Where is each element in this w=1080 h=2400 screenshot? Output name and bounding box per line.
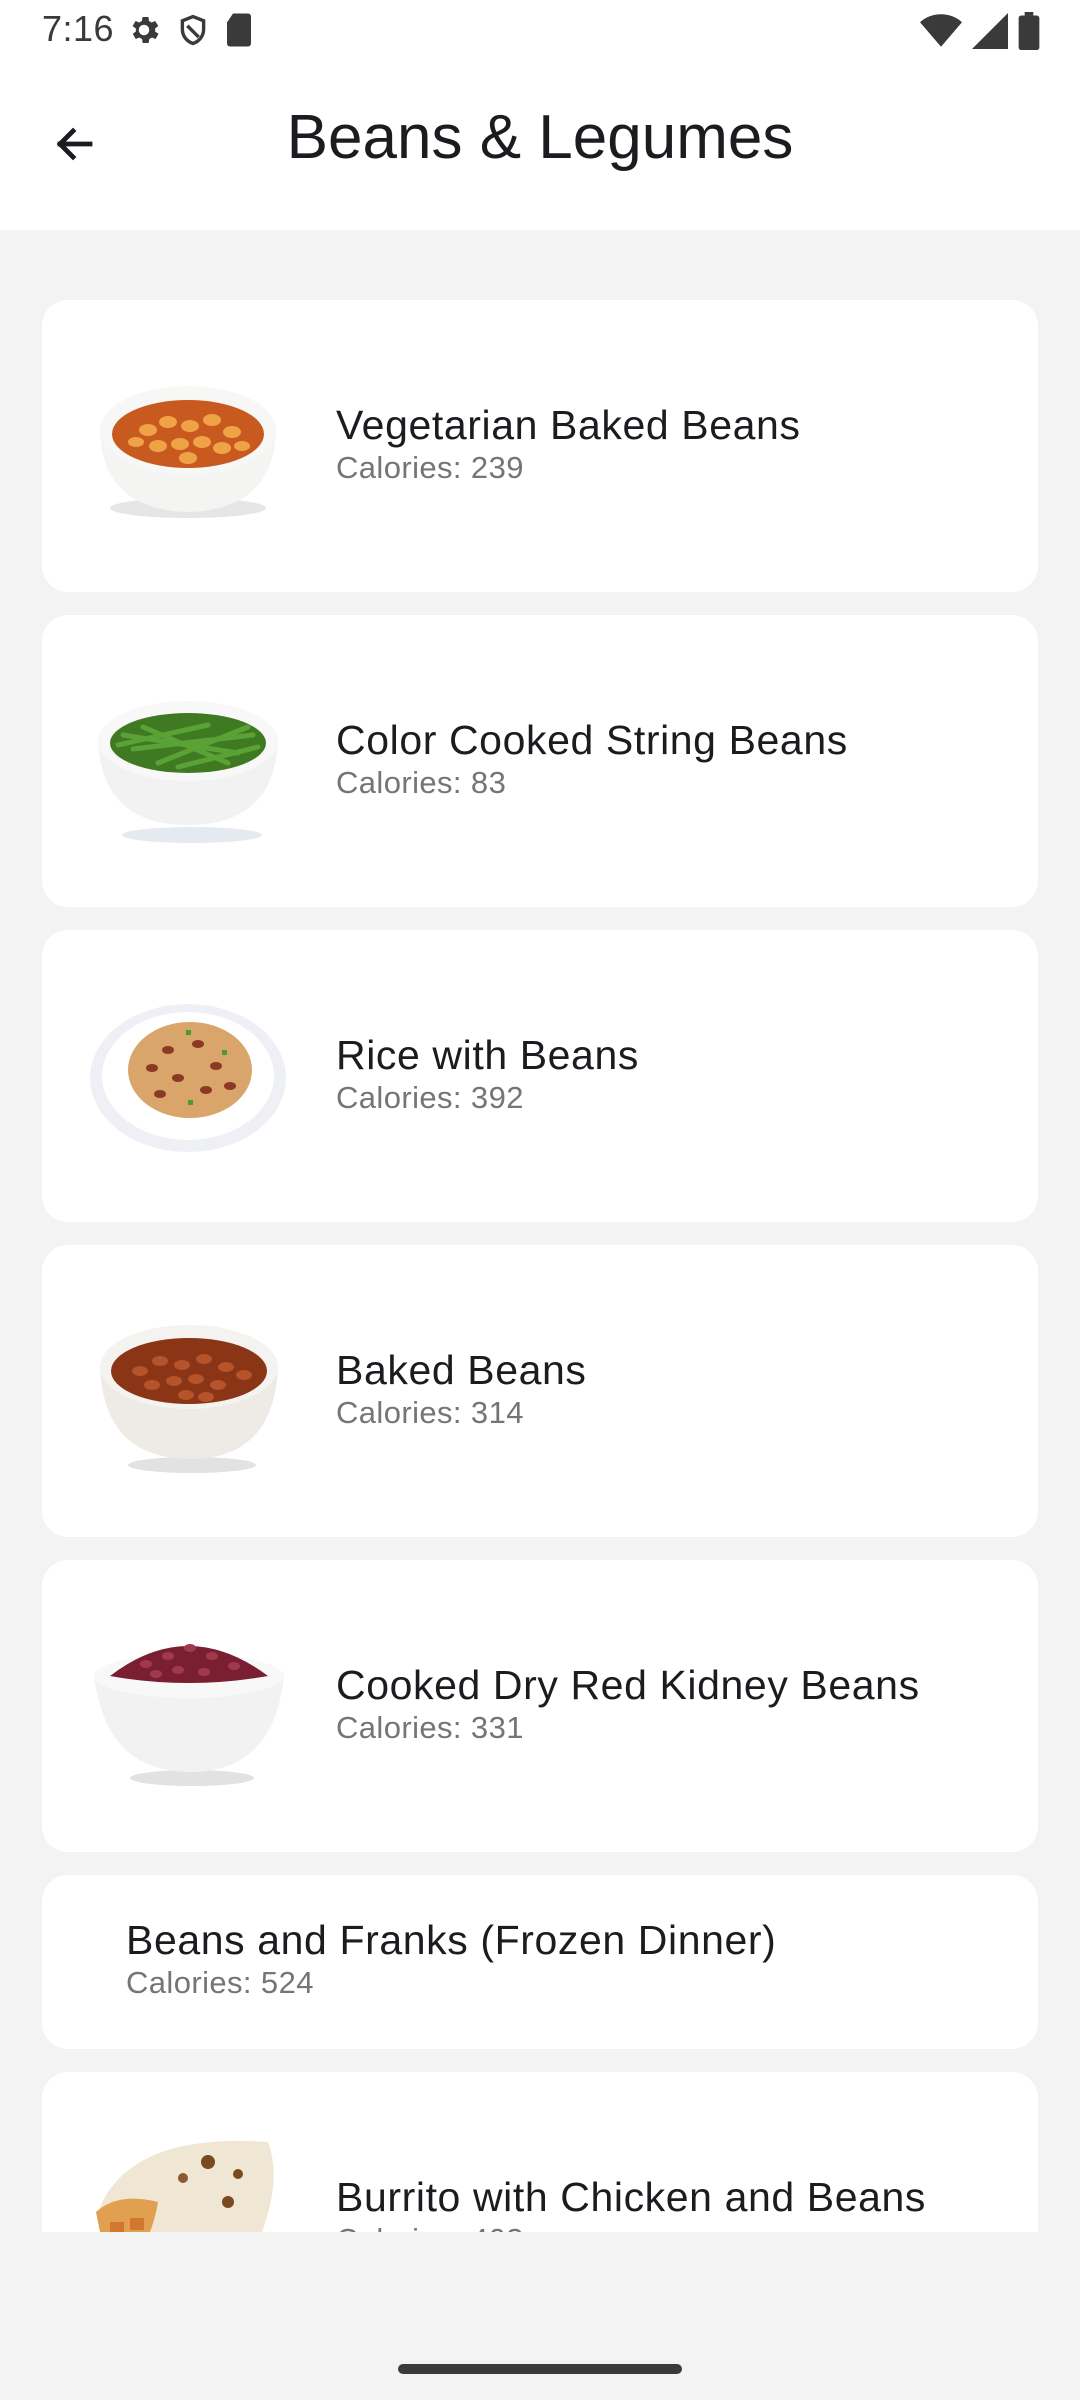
list-item-beans-and-franks[interactable]: Beans and Franks (Frozen Dinner) Calorie…	[42, 1875, 1038, 2049]
sd-card-icon	[227, 13, 251, 47]
list-item-rice-with-beans[interactable]: Rice with Beans Calories: 392	[42, 930, 1038, 1222]
status-left-icons	[126, 12, 254, 48]
item-name: Rice with Beans	[336, 1032, 639, 1078]
list-item-burrito-chicken-beans[interactable]: Burrito with Chicken and Beans Calories:…	[42, 2072, 1038, 2232]
list-item-baked-beans[interactable]: Baked Beans Calories: 314	[42, 1245, 1038, 1537]
baked-beans-bowl-image	[100, 386, 276, 518]
battery-icon	[1018, 12, 1040, 50]
item-calories: Calories: 314	[336, 1395, 524, 1430]
item-name: Baked Beans	[336, 1347, 587, 1393]
app-bar: Beans & Legumes	[0, 62, 1080, 230]
shield-icon	[180, 14, 206, 46]
list-item-color-cooked-string-beans[interactable]: Color Cooked String Beans Calories: 83	[42, 615, 1038, 907]
page-title: Beans & Legumes	[286, 103, 794, 172]
item-calories: Calories: 239	[336, 450, 524, 485]
item-name: Beans and Franks (Frozen Dinner)	[126, 1917, 777, 1963]
item-calories: Calories: 331	[336, 1710, 524, 1745]
item-calories: Calories: 392	[336, 1080, 524, 1115]
item-calories: Calories: 403	[336, 2222, 524, 2232]
item-name: Cooked Dry Red Kidney Beans	[336, 1662, 920, 1708]
home-indicator[interactable]	[398, 2364, 682, 2374]
food-list[interactable]: Vegetarian Baked Beans Calories: 239 Col…	[42, 300, 1038, 2232]
item-calories: Calories: 524	[126, 1965, 314, 2000]
status-time: 7:16	[42, 8, 115, 49]
burrito-image	[96, 2140, 274, 2232]
list-item-cooked-dry-red-kidney-beans[interactable]: Cooked Dry Red Kidney Beans Calories: 33…	[42, 1560, 1038, 1852]
gear-icon	[132, 16, 159, 44]
kidney-beans-bowl-image	[94, 1644, 284, 1786]
wifi-icon	[920, 14, 962, 47]
status-bar: 7:16	[0, 0, 1080, 62]
rice-beans-plate-image	[90, 1004, 286, 1152]
list-item-vegetarian-baked-beans[interactable]: Vegetarian Baked Beans Calories: 239	[42, 300, 1038, 592]
item-calories: Calories: 83	[336, 765, 507, 800]
signal-icon	[972, 13, 1008, 49]
item-name: Vegetarian Baked Beans	[336, 402, 801, 448]
item-name: Burrito with Chicken and Beans	[336, 2174, 927, 2220]
green-beans-bowl-image	[98, 701, 278, 843]
item-name: Color Cooked String Beans	[336, 717, 848, 763]
baked-beans-bowl-image	[100, 1325, 278, 1473]
status-right-icons	[920, 12, 1040, 50]
